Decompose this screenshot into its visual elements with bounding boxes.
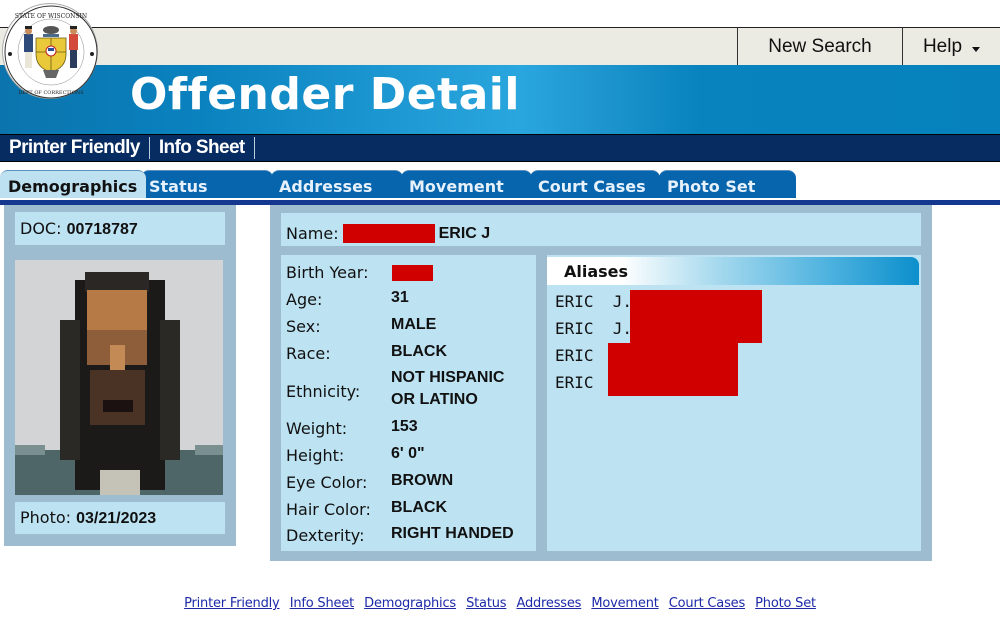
redacted-birth-year — [392, 265, 433, 281]
detail-label: Sex: — [286, 317, 321, 336]
redacted-last-name — [342, 224, 435, 243]
detail-label: Race: — [286, 344, 331, 363]
detail-value: MALE — [391, 316, 437, 333]
detail-value: BROWN — [391, 472, 454, 489]
aliases-heading: Aliases — [547, 257, 919, 285]
alias-item: ERIC — [555, 373, 594, 392]
page-banner: Offender Detail — [0, 65, 1000, 134]
footer-link-court-cases[interactable]: Court Cases — [669, 596, 745, 611]
details-box: Birth Year: Age: 31 Sex: MALE Race: BLAC… — [281, 255, 536, 551]
caret-down-icon — [972, 47, 981, 52]
tab-status[interactable]: Status — [141, 170, 273, 198]
detail-value-line2: OR LATINO — [391, 391, 478, 408]
detail-label: Eye Color: — [286, 473, 368, 492]
printer-friendly-link[interactable]: Printer Friendly — [0, 137, 150, 159]
doc-number-box: DOC: 00718787 — [15, 212, 225, 245]
wisconsin-doc-seal-logo: STATE OF WISCONSIN DEPT OF CORRECTIONS — [2, 3, 98, 99]
doc-number: 00718787 — [66, 221, 138, 238]
photo-date: 03/21/2023 — [76, 510, 157, 527]
footer-link-addresses[interactable]: Addresses — [516, 596, 581, 611]
demographics-panel: Name: ERIC J Birth Year: Age: 31 Sex: MA… — [270, 205, 932, 561]
detail-value: 6' 0" — [391, 445, 425, 462]
footer-link-printer-friendly[interactable]: Printer Friendly — [184, 596, 280, 611]
tab-addresses[interactable]: Addresses — [271, 170, 403, 198]
identity-panel: DOC: 00718787 Photo: 03/21/2023 — [4, 205, 236, 546]
help-menu-button[interactable]: Help — [902, 28, 1000, 65]
tab-court-cases[interactable]: Court Cases — [530, 170, 660, 198]
tab-demographics[interactable]: Demographics — [0, 170, 146, 198]
aliases-box: Aliases ERIC J. ERIC J. ERIC ERIC — [547, 255, 921, 551]
page-title: Offender Detail — [130, 69, 520, 120]
detail-value: 153 — [391, 418, 418, 435]
offender-photo[interactable] — [15, 260, 223, 495]
detail-label: Birth Year: — [286, 263, 369, 282]
doc-label: DOC: — [20, 219, 62, 238]
detail-value: BLACK — [391, 343, 447, 360]
name-value: ERIC J — [438, 224, 491, 242]
footer-link-status[interactable]: Status — [466, 596, 506, 611]
tab-movement[interactable]: Movement — [401, 170, 532, 198]
photo-label: Photo: — [20, 508, 72, 527]
secondary-nav: Printer Friendly Info Sheet — [0, 134, 1000, 162]
detail-label: Hair Color: — [286, 500, 371, 519]
footer-links: Printer Friendly Info Sheet Demographics… — [0, 596, 1000, 611]
detail-value: NOT HISPANIC — [391, 369, 505, 386]
tab-bar: Demographics Status Addresses Movement C… — [0, 170, 1000, 198]
redacted-alias-surname — [630, 290, 762, 343]
footer-link-movement[interactable]: Movement — [591, 596, 658, 611]
name-box: Name: ERIC J — [281, 213, 921, 246]
top-strip — [0, 0, 1000, 28]
detail-value: 31 — [391, 289, 409, 306]
svg-text:DEPT OF CORRECTIONS: DEPT OF CORRECTIONS — [18, 90, 84, 96]
footer-link-info-sheet[interactable]: Info Sheet — [290, 596, 355, 611]
new-search-button[interactable]: New Search — [737, 28, 902, 65]
detail-value: BLACK — [391, 499, 447, 516]
detail-value: RIGHT HANDED — [391, 525, 514, 542]
alias-item: ERIC J. — [555, 319, 633, 338]
detail-label: Height: — [286, 446, 345, 465]
svg-text:STATE OF WISCONSIN: STATE OF WISCONSIN — [15, 13, 87, 20]
seal-icon: STATE OF WISCONSIN DEPT OF CORRECTIONS — [4, 5, 98, 99]
footer-link-demographics[interactable]: Demographics — [364, 596, 456, 611]
help-label: Help — [922, 35, 963, 57]
tab-photo-set[interactable]: Photo Set — [659, 170, 796, 198]
pixelated-photo-icon — [15, 260, 223, 495]
detail-label: Ethnicity: — [286, 382, 361, 401]
detail-label: Weight: — [286, 419, 348, 438]
info-sheet-link[interactable]: Info Sheet — [150, 137, 255, 159]
photo-date-box: Photo: 03/21/2023 — [15, 502, 225, 534]
name-label: Name: — [286, 224, 339, 243]
redacted-alias-surname — [608, 343, 738, 396]
top-nav: New Search Help — [0, 28, 1000, 65]
detail-label: Age: — [286, 290, 323, 309]
detail-label: Dexterity: — [286, 526, 365, 545]
footer-link-photo-set[interactable]: Photo Set — [755, 596, 816, 611]
alias-item: ERIC J. — [555, 292, 633, 311]
alias-item: ERIC — [555, 346, 594, 365]
